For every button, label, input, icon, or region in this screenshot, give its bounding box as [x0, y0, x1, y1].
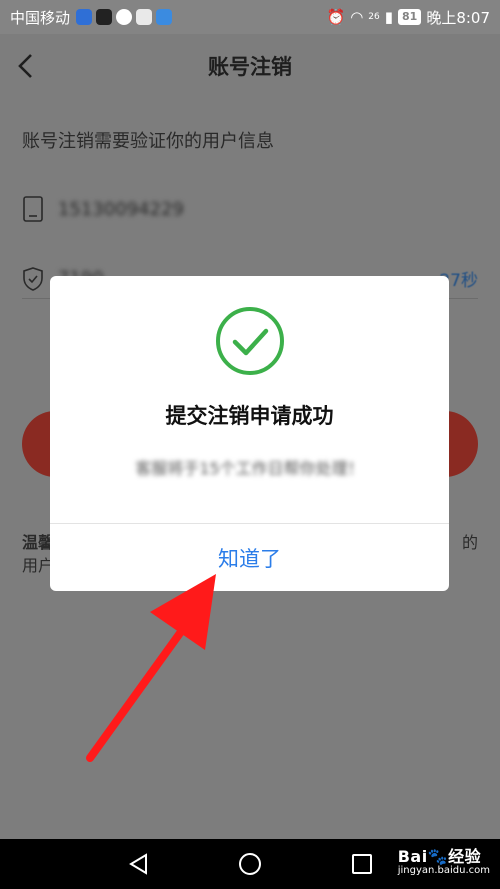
phone-row: 15130094229 [22, 189, 478, 229]
carrier-label: 中国移动 [10, 8, 71, 27]
browser-notification-icon [136, 9, 153, 25]
watermark-url: jingyan.baidu.com [397, 865, 490, 876]
back-triangle-icon[interactable] [127, 852, 151, 876]
recents-square-icon[interactable] [350, 852, 374, 876]
wifi-icon: ◠ [350, 8, 364, 26]
shield-check-icon [23, 266, 43, 291]
wallet-notification-icon [156, 9, 173, 25]
phone-icon [23, 196, 43, 222]
signal-icon: 26 [368, 12, 380, 22]
chat-notification-icon [116, 9, 133, 25]
page-title: 账号注销 [208, 55, 292, 79]
dialog-title: 提交注销申请成功 [165, 404, 334, 428]
success-check-icon [216, 307, 284, 375]
got-it-button[interactable]: 知道了 [50, 524, 449, 591]
back-arrow-icon[interactable] [14, 52, 38, 80]
watermark-brand: Bai [397, 847, 428, 866]
shield-notification-icon [76, 9, 93, 25]
baidu-watermark: Bai🐾经验 jingyan.baidu.com [398, 843, 490, 876]
home-circle-icon[interactable] [238, 852, 262, 876]
watermark-brand-tail: 经验 [448, 847, 482, 866]
verify-hint: 账号注销需要验证你的用户信息 [22, 131, 274, 152]
alarm-icon: ⏰ [326, 8, 346, 26]
clock: 晚上8:07 [426, 8, 490, 27]
status-bar: 中国移动 ⏰ ◠ 26 ▮ 81 晚上8:07 [0, 0, 500, 34]
app-notification-icon [96, 9, 113, 25]
notice-line1-end: 的 [461, 533, 478, 552]
signal-bars-icon: ▮ [384, 8, 393, 26]
paw-icon: 🐾 [427, 847, 449, 866]
phone-number: 15130094229 [58, 198, 184, 220]
dialog-subtitle: 客服将于15个工作日帮你处理！ [135, 459, 364, 478]
success-dialog: 提交注销申请成功 客服将于15个工作日帮你处理！ 知道了 [50, 276, 449, 591]
top-nav: 账号注销 [0, 34, 500, 98]
battery-icon: 81 [398, 9, 422, 25]
